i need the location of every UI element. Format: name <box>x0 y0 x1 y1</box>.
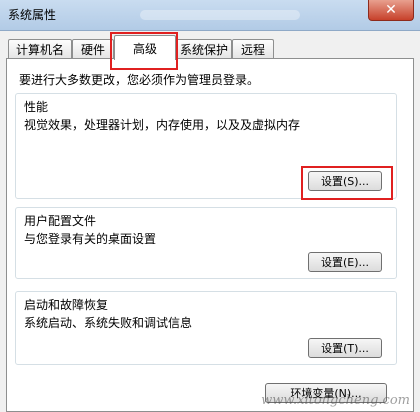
tab-remote[interactable]: 远程 <box>232 39 274 59</box>
tab-computer-name[interactable]: 计算机名 <box>8 39 72 59</box>
startup-recovery-group: 启动和故障恢复 系统启动、系统失败和调试信息 设置(T)... <box>15 291 397 365</box>
close-button[interactable]: ✕ <box>368 0 414 21</box>
tab-hardware[interactable]: 硬件 <box>72 39 114 59</box>
performance-desc: 视觉效果，处理器计划，内存使用，以及及虚拟内存 <box>24 118 301 132</box>
performance-title: 性能 <box>24 100 49 114</box>
user-profile-title: 用户配置文件 <box>24 214 97 228</box>
performance-settings-button[interactable]: 设置(S)... <box>308 171 382 191</box>
startup-recovery-desc: 系统启动、系统失败和调试信息 <box>24 316 193 330</box>
user-profile-settings-button[interactable]: 设置(E)... <box>308 252 382 272</box>
startup-recovery-title: 启动和故障恢复 <box>24 298 109 312</box>
advanced-tab-panel: 要进行大多数更改，您必须作为管理员登录。 性能 视觉效果，处理器计划，内存使用，… <box>6 58 414 412</box>
window-title: 系统属性 <box>8 8 57 22</box>
dialog-client-area: 计算机名 硬件 高级 系统保护 远程 要进行大多数更改，您必须作为管理员登录。 … <box>0 31 420 412</box>
tab-system-protection[interactable]: 系统保护 <box>176 39 232 59</box>
watermark: www.xitongcheng.com <box>261 393 410 408</box>
tab-advanced[interactable]: 高级 <box>114 35 176 60</box>
admin-notice: 要进行大多数更改，您必须作为管理员登录。 <box>19 73 260 87</box>
user-profile-desc: 与您登录有关的桌面设置 <box>24 232 157 246</box>
performance-group: 性能 视觉效果，处理器计划，内存使用，以及及虚拟内存 设置(S)... <box>15 93 397 199</box>
title-bar-blur <box>140 10 300 20</box>
close-icon: ✕ <box>385 2 397 18</box>
title-bar: 系统属性 ✕ <box>0 0 420 31</box>
startup-settings-button[interactable]: 设置(T)... <box>308 338 382 358</box>
user-profile-group: 用户配置文件 与您登录有关的桌面设置 设置(E)... <box>15 207 397 279</box>
